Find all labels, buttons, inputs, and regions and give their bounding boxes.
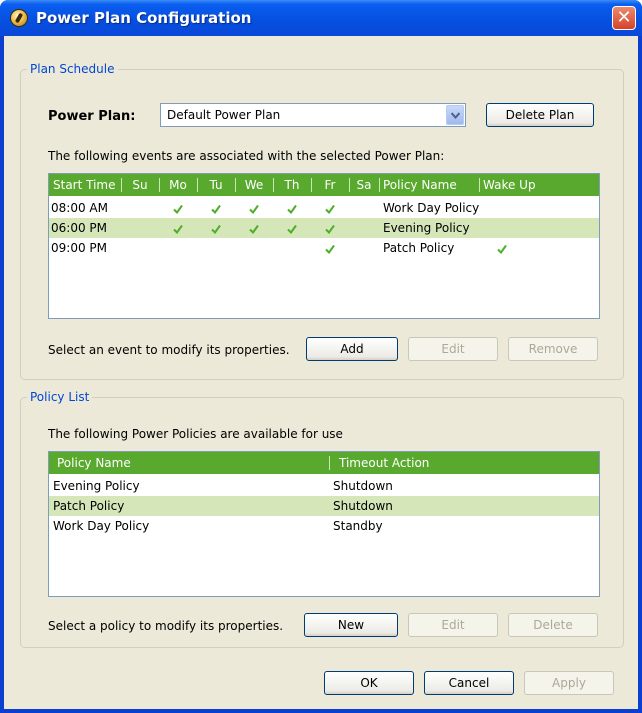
column-separator (379, 178, 380, 192)
column-separator (311, 178, 312, 192)
chevron-down-icon[interactable] (446, 105, 464, 125)
events-hint: Select an event to modify its properties… (48, 343, 290, 357)
column-separator (273, 178, 274, 192)
events-column-header[interactable]: Sa (349, 174, 379, 196)
policy-name: Evening Policy (53, 479, 140, 493)
events-description: The following events are associated with… (48, 149, 445, 163)
column-separator (479, 178, 480, 192)
events-column-header[interactable]: Policy Name (379, 174, 479, 196)
power-plan-selected-value: Default Power Plan (167, 108, 281, 122)
policies-listview[interactable]: Policy Name Timeout Action Evening Policy… (48, 451, 600, 597)
ok-button[interactable]: OK (324, 671, 414, 695)
event-row[interactable]: 06:00 PM Evening Policy (49, 218, 599, 238)
policy-timeout-action: Shutdown (333, 479, 393, 493)
events-listview[interactable]: Start Time Su Mo Tu We Th Fr Sa Policy Name Wake … (48, 173, 600, 319)
title-bar[interactable]: Power Plan Configuration ✕ (0, 0, 642, 36)
policy-list-legend: Policy List (30, 390, 90, 404)
events-column-header[interactable]: Wake Up (479, 174, 599, 196)
events-column-header[interactable]: Start Time (49, 174, 121, 196)
policy-timeout-action: Shutdown (333, 499, 393, 513)
delete-policy-button[interactable]: Delete (508, 613, 598, 637)
events-column-header[interactable]: Mo (159, 174, 197, 196)
policies-header: Policy Name Timeout Action (49, 452, 599, 474)
event-start-time: 08:00 AM (51, 201, 108, 215)
policies-description: The following Power Policies are availab… (48, 427, 343, 441)
events-column-header[interactable]: Fr (311, 174, 349, 196)
add-event-button[interactable]: Add (306, 337, 398, 361)
edit-policy-button[interactable]: Edit (408, 613, 498, 637)
power-plan-label: Power Plan: (48, 109, 136, 124)
checkmark-icon (325, 243, 335, 257)
plan-schedule-legend: Plan Schedule (30, 62, 115, 76)
checkmark-icon (173, 223, 183, 237)
column-separator (329, 456, 330, 470)
event-policy-name: Work Day Policy (383, 201, 480, 215)
column-separator (349, 178, 350, 192)
checkmark-icon (173, 203, 183, 217)
delete-plan-button[interactable]: Delete Plan (486, 103, 594, 127)
policies-column-header[interactable]: Policy Name (49, 452, 329, 474)
event-start-time: 09:00 PM (51, 241, 107, 255)
column-separator (159, 178, 160, 192)
checkmark-icon (249, 203, 259, 217)
events-column-header[interactable]: Tu (197, 174, 235, 196)
checkmark-icon (287, 223, 297, 237)
event-row[interactable]: 09:00 PM Patch Policy (49, 238, 599, 258)
policy-row[interactable]: Evening Policy Shutdown (49, 476, 599, 496)
column-separator (197, 178, 198, 192)
checkmark-icon (287, 203, 297, 217)
checkmark-icon (211, 223, 221, 237)
policy-name: Work Day Policy (53, 519, 150, 533)
checkmark-icon (325, 223, 335, 237)
new-policy-button[interactable]: New (304, 613, 398, 637)
event-row[interactable]: 08:00 AM Work Day Policy (49, 198, 599, 218)
events-column-header[interactable]: Th (273, 174, 311, 196)
events-header: Start Time Su Mo Tu We Th Fr Sa Policy Name Wake … (49, 174, 599, 196)
column-separator (235, 178, 236, 192)
remove-event-button[interactable]: Remove (508, 337, 598, 361)
event-start-time: 06:00 PM (51, 221, 107, 235)
power-plan-select[interactable]: Default Power Plan (160, 103, 466, 127)
events-column-header[interactable]: We (235, 174, 273, 196)
policy-timeout-action: Standby (333, 519, 383, 533)
window-title: Power Plan Configuration (36, 9, 252, 27)
dialog-window: Power Plan Configuration ✕ Plan Schedule… (0, 0, 642, 713)
event-policy-name: Patch Policy (383, 241, 455, 255)
checkmark-icon (211, 203, 221, 217)
checkmark-icon (497, 243, 507, 257)
policy-row[interactable]: Patch Policy Shutdown (49, 496, 599, 516)
events-column-header[interactable]: Su (121, 174, 159, 196)
policy-row[interactable]: Work Day Policy Standby (49, 516, 599, 536)
apply-button[interactable]: Apply (524, 671, 614, 695)
column-separator (121, 178, 122, 192)
power-plan-icon (10, 9, 28, 27)
event-policy-name: Evening Policy (383, 221, 470, 235)
edit-event-button[interactable]: Edit (408, 337, 498, 361)
policies-hint: Select a policy to modify its properties… (48, 619, 284, 633)
policies-column-header[interactable]: Timeout Action (329, 452, 599, 474)
cancel-button[interactable]: Cancel (424, 671, 514, 695)
checkmark-icon (249, 223, 259, 237)
checkmark-icon (325, 203, 335, 217)
close-button[interactable]: ✕ (612, 6, 636, 30)
dialog-client-area: Plan Schedule Power Plan: Default Power … (4, 36, 638, 709)
policy-name: Patch Policy (53, 499, 125, 513)
